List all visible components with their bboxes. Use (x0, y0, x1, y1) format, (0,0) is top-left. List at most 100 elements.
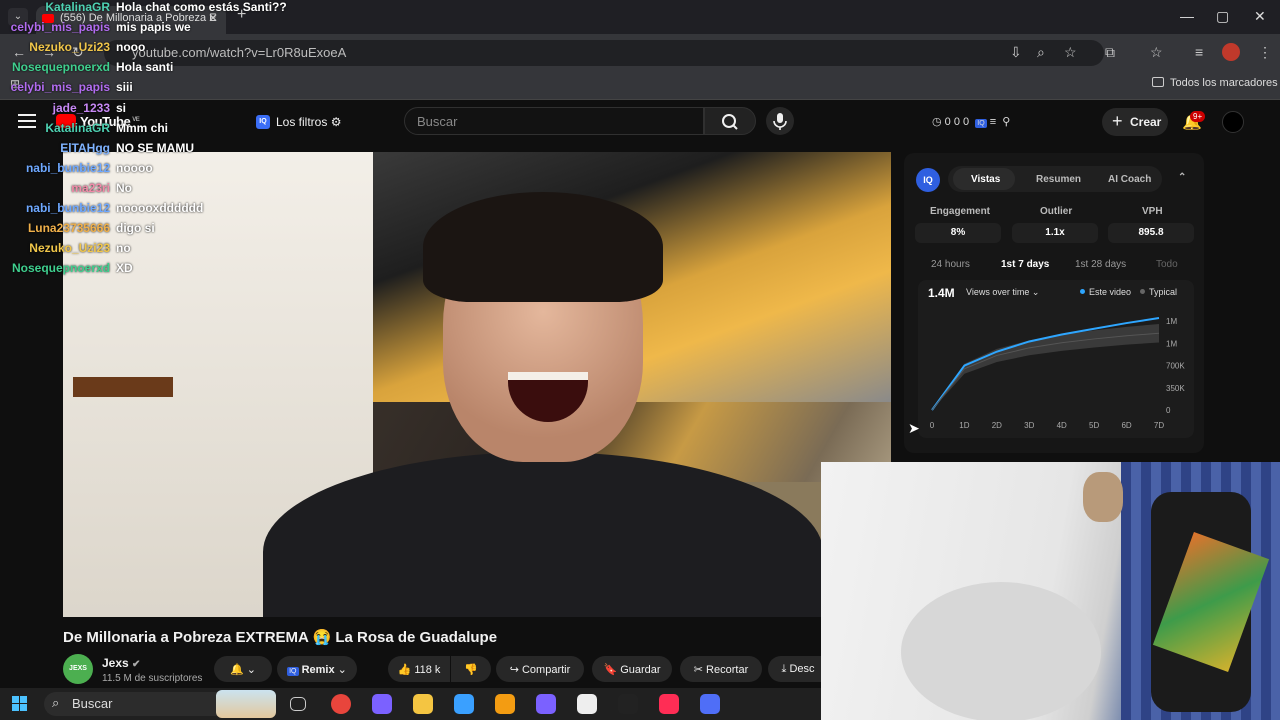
metric-outlier-label: Outlier (1040, 206, 1073, 217)
tab-resumen[interactable]: Resumen (1036, 174, 1081, 185)
video-title: De Millonaria a Pobreza EXTREMA 😭 La Ros… (63, 629, 498, 646)
share-button[interactable]: ↪ Compartir (496, 656, 584, 682)
search-button[interactable] (704, 107, 756, 135)
store-icon[interactable] (454, 694, 474, 714)
tab-vistas[interactable]: Vistas (971, 174, 1000, 185)
zoom-icon[interactable]: ⌕ (1037, 44, 1045, 61)
scissors-icon: ✂ (693, 664, 703, 676)
iq-logo-icon: IQ (916, 168, 940, 192)
clip-button[interactable]: ✂ Recortar (680, 656, 762, 682)
messenger-icon[interactable] (536, 694, 556, 714)
tab-ai-coach[interactable]: AI Coach (1108, 174, 1151, 185)
minimize-button[interactable]: — (1180, 8, 1194, 24)
sliders-icon: ⚙ (330, 115, 342, 129)
metric-engagement-label: Engagement (930, 206, 991, 217)
bookmarks-icon[interactable]: ☆ (1150, 44, 1163, 61)
obs-icon[interactable] (618, 694, 638, 714)
capcut-icon[interactable] (577, 694, 597, 714)
range-first-28-days[interactable]: 1st 28 days (1075, 259, 1126, 270)
reading-list-icon[interactable]: ≡ (1195, 44, 1203, 60)
remix-button[interactable]: IQ Remix ⌄ (277, 656, 357, 682)
account-avatar[interactable] (1222, 111, 1244, 133)
maximize-button[interactable]: ▢ (1216, 8, 1229, 25)
x-tick-label: 3D (1024, 421, 1034, 430)
like-button[interactable]: 👍 118 k (388, 656, 450, 682)
legend-typical: Typical (1140, 287, 1177, 297)
download-button[interactable]: ⤓ Desc (768, 656, 828, 682)
close-window-button[interactable]: ✕ (1254, 8, 1266, 25)
save-button[interactable]: 🔖 Guardar (592, 656, 672, 682)
chrome-icon[interactable] (331, 694, 351, 714)
range-24-hours[interactable]: 24 hours (931, 259, 970, 270)
new-tab-button[interactable]: + (237, 6, 246, 24)
legend-dot-icon (1080, 289, 1085, 294)
verified-icon: ✔ (132, 659, 141, 670)
tab-title: (556) De Millonaria a Pobreza E (60, 12, 217, 24)
windows-start-icon[interactable] (12, 696, 28, 712)
chevron-down-icon: ⌄ (246, 664, 256, 676)
browser-tab[interactable]: (556) De Millonaria a Pobreza E ✕ (36, 6, 226, 34)
y-tick-label: 700K (1166, 362, 1185, 371)
media-icon[interactable] (495, 694, 515, 714)
create-button[interactable]: + Crear (1102, 108, 1168, 136)
views-over-time-dropdown[interactable]: Views over time ⌄ (966, 287, 1039, 298)
views-total: 1.4M (928, 286, 955, 300)
bookmark-star-icon[interactable]: ☆ (1064, 44, 1077, 61)
bookmark-icon: 🔖 (603, 664, 618, 676)
back-icon[interactable]: ← (12, 44, 26, 60)
typical-range-band (932, 324, 1159, 410)
legend-this-video: Este video (1080, 287, 1131, 297)
task-view-icon[interactable] (290, 697, 306, 711)
iq-icon: IQ (287, 667, 299, 676)
y-tick-label: 0 (1166, 406, 1171, 415)
range-all[interactable]: Todo (1156, 259, 1178, 270)
hamburger-menu-icon[interactable] (18, 114, 36, 128)
notification-count-badge: 9+ (1190, 111, 1206, 122)
install-app-icon[interactable]: ⇩ (1010, 44, 1022, 61)
collapse-chevron-icon[interactable]: ⌃ (1178, 172, 1186, 183)
app-icon[interactable] (700, 694, 720, 714)
filters-button[interactable]: IQ Los filtros ⚙ (250, 110, 349, 134)
metric-outlier-value: 1.1x (1012, 223, 1098, 243)
channel-name[interactable]: Jexs ✔ (102, 656, 140, 670)
forward-icon[interactable]: → (42, 44, 56, 60)
address-bar[interactable]: youtube.com/watch?v=Lr0R8uExoeA (104, 40, 1104, 66)
download-icon: ⤓ (781, 663, 787, 675)
url-text: youtube.com/watch?v=Lr0R8uExoeA (132, 45, 347, 60)
youtube-logo-icon[interactable] (56, 114, 76, 128)
youtube-favicon-icon (42, 14, 54, 23)
y-tick-label: 350K (1166, 384, 1185, 393)
subscribe-bell-button[interactable]: 🔔 ⌄ (214, 656, 272, 682)
channel-avatar[interactable]: JEXS (63, 654, 93, 684)
webcam-overlay (821, 462, 1280, 720)
metric-vph-value: 895.8 (1108, 223, 1194, 243)
search-input[interactable]: Buscar (404, 107, 704, 135)
mouse-cursor-icon: ➤ (908, 420, 920, 436)
subscriber-count: 11.5 M de suscriptores (102, 673, 203, 684)
tab-close-button[interactable]: ✕ (208, 11, 218, 25)
dislike-button[interactable]: 👎 (451, 656, 491, 682)
copilot-icon[interactable] (372, 694, 392, 714)
profile-avatar[interactable] (1222, 43, 1240, 61)
tiktok-icon[interactable] (659, 694, 679, 714)
apps-grid-icon[interactable]: ⊞ (10, 77, 20, 91)
folder-icon (1152, 77, 1164, 87)
x-tick-label: 0 (930, 421, 935, 430)
extension-stats[interactable]: ◷ 0 0 0 IQ ≡ ⚲ (932, 115, 1010, 128)
extensions-icon[interactable]: ⧉ (1105, 44, 1115, 61)
menu-icon[interactable]: ⋮ (1258, 44, 1272, 61)
y-tick-label: 1M (1166, 339, 1177, 348)
folder-icon[interactable] (413, 694, 433, 714)
youtube-logo-text[interactable]: YouTube VE (80, 114, 140, 129)
views-line-chart: 0 1D 2D 3D 4D 5D 6D 7D0350K700K1M1M (930, 317, 1185, 430)
microphone-icon (773, 113, 787, 130)
metric-vph-label: VPH (1142, 206, 1163, 217)
thumbs-down-icon: 👎 (464, 664, 478, 676)
search-icon: ⌕ (52, 695, 60, 710)
all-bookmarks-folder[interactable]: Todos los marcadores (1152, 77, 1278, 89)
tab-search-button[interactable]: ⌄ (8, 8, 28, 26)
voice-search-button[interactable] (766, 107, 794, 135)
range-first-7-days[interactable]: 1st 7 days (1001, 259, 1049, 270)
video-player[interactable] (63, 152, 891, 617)
reload-icon[interactable]: ↻ (72, 44, 84, 61)
